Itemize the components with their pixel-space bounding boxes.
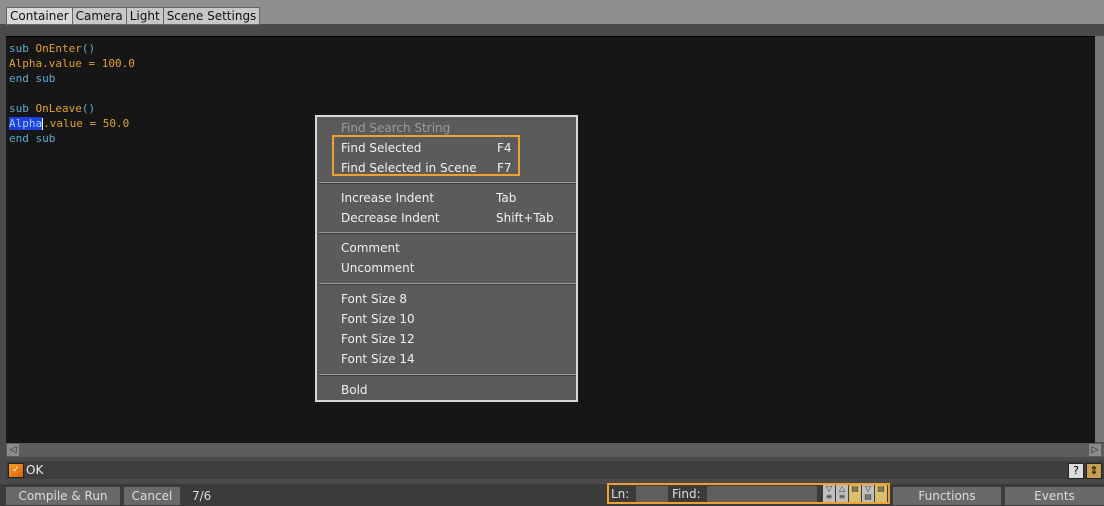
- code-identifier: OnEnter: [35, 42, 82, 55]
- find-group-highlight: [607, 483, 890, 504]
- code-text-segment: .value = 100.0: [42, 57, 135, 70]
- line-count: 7/6: [192, 489, 212, 503]
- code-keyword: end sub: [9, 132, 56, 145]
- events-button[interactable]: Events: [1005, 487, 1104, 505]
- ok-status-label: OK: [26, 463, 44, 477]
- code-keyword: sub: [9, 102, 36, 115]
- functions-button[interactable]: Functions: [893, 487, 1001, 505]
- code-identifier: Alpha: [9, 57, 43, 70]
- code-identifier: OnLeave: [35, 102, 82, 115]
- shortcut-decrease-indent: Shift+Tab: [496, 211, 554, 225]
- help-button[interactable]: ?: [1068, 463, 1084, 479]
- menu-item-increase-indent[interactable]: Increase Indent: [341, 189, 434, 207]
- tabs: Container Camera Light Scene Settings: [6, 7, 261, 25]
- menu-item-font-size-12[interactable]: Font Size 12: [341, 330, 415, 348]
- menu-separator: [319, 232, 576, 234]
- vertical-scrollbar[interactable]: [1095, 36, 1104, 442]
- menu-item-font-size-10[interactable]: Font Size 10: [341, 310, 415, 328]
- tab-camera[interactable]: Camera: [72, 7, 127, 25]
- selected-text: Alpha: [9, 117, 43, 130]
- menu-item-font-size-8[interactable]: Font Size 8: [341, 290, 407, 308]
- menu-item-bold[interactable]: Bold: [341, 381, 368, 399]
- script-editor-window: Container Camera Light Scene Settings su…: [0, 0, 1104, 506]
- bottom-toolbar: Compile & Run Cancel 7/6 Functions Event…: [0, 484, 1104, 506]
- scroll-left-icon[interactable]: ◁: [7, 444, 19, 456]
- shortcut-increase-indent: Tab: [496, 191, 517, 205]
- menu-separator: [319, 374, 576, 376]
- menu-item-uncomment[interactable]: Uncomment: [341, 259, 414, 277]
- menu-separator: [319, 182, 576, 184]
- scroll-right-icon[interactable]: ▷: [1089, 444, 1101, 456]
- menu-separator: [319, 283, 576, 285]
- find-items-highlight: [332, 135, 520, 176]
- code-keyword: end sub: [9, 72, 56, 85]
- code-text[interactable]: sub OnEnter() Alpha.value = 100.0 end su…: [9, 41, 135, 146]
- horizontal-scrollbar[interactable]: ◁ ▷: [6, 443, 1104, 457]
- menu-item-font-size-14[interactable]: Font Size 14: [341, 350, 415, 368]
- tab-bar: Container Camera Light Scene Settings: [0, 0, 1104, 25]
- resize-icon[interactable]: ⇕: [1086, 463, 1102, 479]
- code-keyword: sub: [9, 42, 36, 55]
- tab-container[interactable]: Container: [6, 7, 73, 25]
- code-text-segment: (): [81, 42, 96, 55]
- compile-run-button[interactable]: Compile & Run: [6, 487, 120, 505]
- cancel-button[interactable]: Cancel: [124, 487, 180, 505]
- tab-light[interactable]: Light: [126, 7, 164, 25]
- status-row: ✓ OK ? ⇕: [6, 461, 1104, 479]
- menu-item-comment[interactable]: Comment: [341, 239, 400, 257]
- code-text-segment: .value = 50.0: [43, 117, 130, 130]
- ok-status-icon: ✓: [8, 463, 24, 478]
- code-text-segment: (): [81, 102, 96, 115]
- menu-item-decrease-indent[interactable]: Decrease Indent: [341, 209, 440, 227]
- tab-scene-settings[interactable]: Scene Settings: [163, 7, 261, 25]
